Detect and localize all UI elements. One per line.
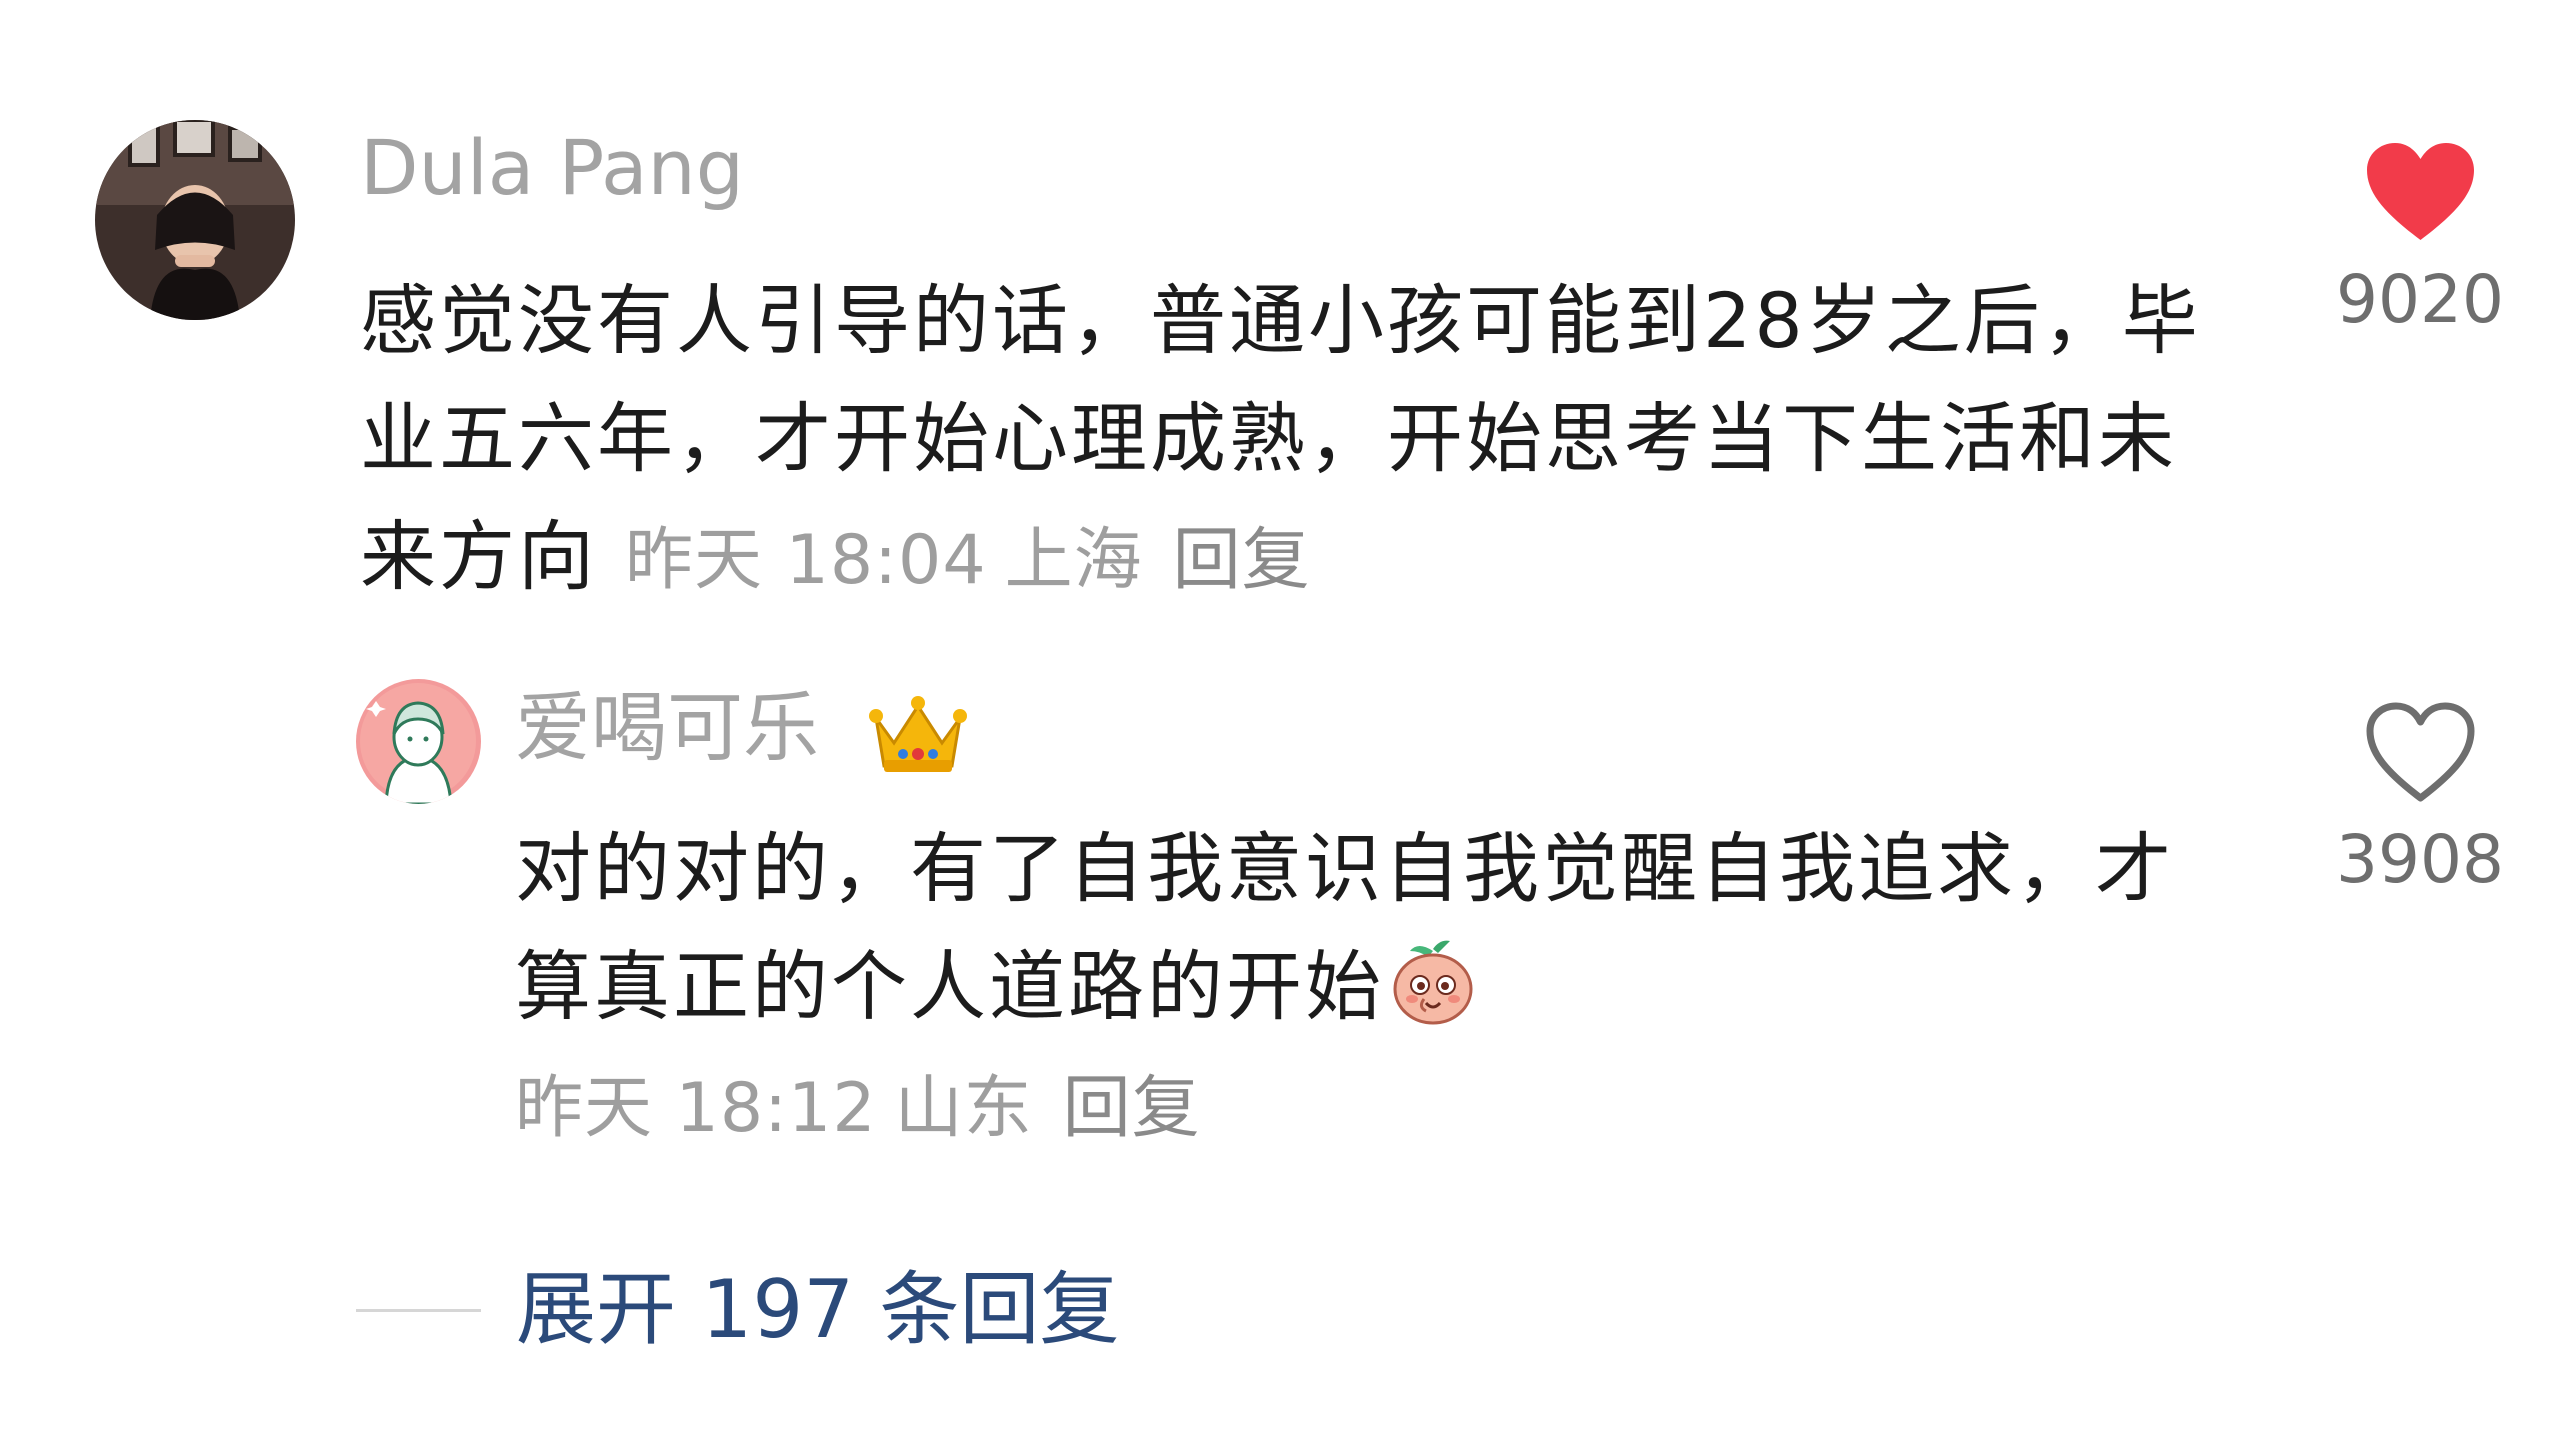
comment-text: 感觉没有人引导的话，普通小孩可能到28岁之后，毕业五六年，才开始心理成熟，开始思…: [360, 262, 2250, 620]
peach-face-emoji-icon: [1388, 937, 1478, 1027]
expand-divider: [356, 1308, 481, 1312]
reply-reply-button[interactable]: 回复: [1063, 1069, 1201, 1148]
comment-time: 昨天 18:04: [625, 521, 987, 600]
comment-like-count: 9020: [2336, 261, 2504, 338]
reply-username[interactable]: 爱喝可乐: [515, 690, 819, 766]
reply-body-text: 对的对的，有了自我意识自我觉醒自我追求，才算真正的个人道路的开始: [515, 824, 2174, 1031]
expand-replies[interactable]: 展开 197 条回复: [356, 1270, 1120, 1350]
comment-meta: 昨天 18:04 上海 回复: [625, 521, 1311, 600]
reply-like-button[interactable]: 3908: [2330, 700, 2510, 893]
comment-reply-button[interactable]: 回复: [1173, 521, 1311, 600]
reply-meta: 昨天 18:12 山东 回复: [515, 1075, 1201, 1143]
reply-time: 昨天 18:12: [515, 1069, 877, 1148]
reply-avatar-image: [356, 679, 481, 804]
heart-outline-icon: [2366, 702, 2474, 802]
user-avatar[interactable]: [95, 120, 295, 320]
reply-user-avatar[interactable]: [356, 679, 481, 804]
reply-location: 山东: [894, 1069, 1033, 1148]
comment-like-button[interactable]: 9020: [2330, 140, 2510, 333]
reply-like-count: 3908: [2336, 821, 2504, 898]
reply-text: 对的对的，有了自我意识自我觉醒自我追求，才算真正的个人道路的开始: [515, 810, 2215, 1046]
expand-replies-link[interactable]: 展开 197 条回复: [516, 1270, 1120, 1350]
comment-username[interactable]: Dula Pang: [360, 130, 744, 206]
avatar-image: [95, 120, 295, 320]
comment-thread: Dula Pang 感觉没有人引导的话，普通小孩可能到28岁之后，毕业五六年，才…: [0, 0, 2560, 1435]
heart-filled-icon: [2366, 143, 2474, 240]
crown-icon: [868, 688, 968, 778]
comment-location: 上海: [1004, 521, 1143, 600]
